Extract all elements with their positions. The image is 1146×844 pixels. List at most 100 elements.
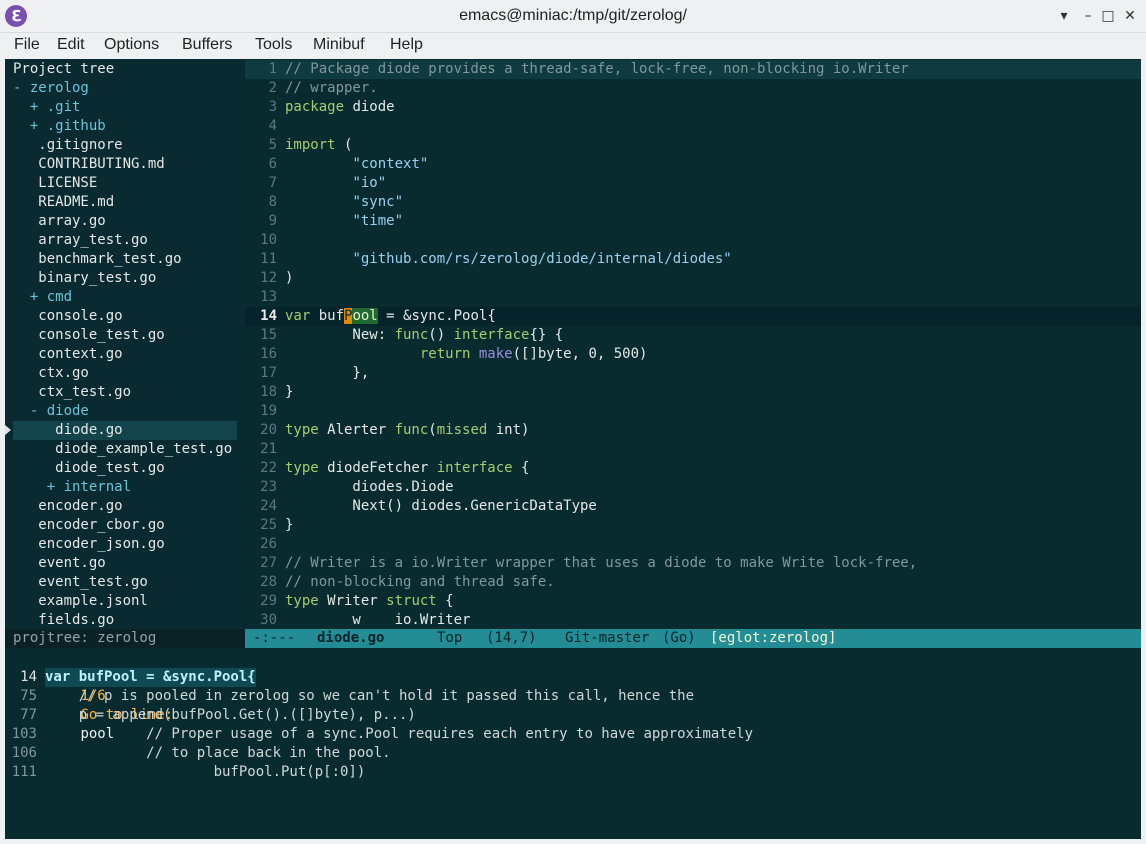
tree-file[interactable]: context.go: [13, 345, 122, 364]
tree-file[interactable]: console_test.go: [13, 326, 164, 345]
completion-candidate[interactable]: 77 p = append(bufPool.Get().([]byte), p.…: [5, 706, 1141, 725]
tree-file[interactable]: CONTRIBUTING.md: [13, 155, 164, 174]
tree-file[interactable]: encoder_cbor.go: [13, 516, 164, 535]
modeline-eglot[interactable]: [eglot:zerolog]: [710, 629, 836, 648]
tree-file[interactable]: binary_test.go: [13, 269, 156, 288]
tree-file[interactable]: array.go: [13, 212, 105, 231]
code-text: "context": [352, 156, 429, 172]
line-number: 10: [260, 232, 277, 248]
tree-file[interactable]: diode.go: [13, 421, 122, 440]
code-line[interactable]: 17 },: [245, 364, 1141, 383]
menu-edit[interactable]: Edit: [57, 36, 85, 54]
code-line[interactable]: 25}: [245, 516, 1141, 535]
code-line[interactable]: 18}: [245, 383, 1141, 402]
code-line[interactable]: 16 return make([]byte, 0, 500): [245, 345, 1141, 364]
code-line[interactable]: 1 // Package diode provides a thread-safe…: [245, 60, 1141, 79]
tree-directory[interactable]: - zerolog: [13, 79, 89, 98]
tree-directory[interactable]: + .git: [13, 98, 81, 117]
code-line[interactable]: 12): [245, 269, 1141, 288]
modeline-buffer-name[interactable]: diode.go: [317, 629, 384, 648]
tree-file[interactable]: LICENSE: [13, 174, 97, 193]
code-text: // wrapper.: [285, 80, 378, 96]
tree-file[interactable]: event.go: [13, 554, 105, 573]
modeline-linecol: (14,7): [486, 630, 537, 646]
code-line[interactable]: 3 package diode: [245, 98, 1141, 117]
tree-file[interactable]: console.go: [13, 307, 122, 326]
code-line[interactable]: 21: [245, 440, 1141, 459]
code-text: "sync": [352, 194, 404, 210]
close-button[interactable]: ✕: [1120, 6, 1140, 26]
code-line[interactable]: 22 type diodeFetcher interface {: [245, 459, 1141, 478]
menu-help[interactable]: Help: [390, 36, 423, 54]
tree-file[interactable]: .gitignore: [13, 136, 122, 155]
completion-candidate[interactable]: 111 bufPool.Put(p[:0]): [5, 763, 1141, 782]
code-line[interactable]: 27 // Writer is a io.Writer wrapper that …: [245, 554, 1141, 573]
code-line[interactable]: 5 import (: [245, 136, 1141, 155]
code-line[interactable]: 20 type Alerter func(missed int): [245, 421, 1141, 440]
tree-file[interactable]: encoder.go: [13, 497, 122, 516]
project-tree-window[interactable]: Project tree - zerolog + .git + .github …: [5, 59, 245, 629]
tree-directory[interactable]: + cmd: [13, 288, 72, 307]
completion-candidate[interactable]: 106 // to place back in the pool.: [5, 744, 1141, 763]
menu-tools[interactable]: Tools: [255, 36, 292, 54]
menu-options[interactable]: Options: [104, 36, 159, 54]
tree-file[interactable]: fields.go: [13, 611, 114, 630]
code-line[interactable]: 19: [245, 402, 1141, 421]
tree-file[interactable]: encoder_json.go: [13, 535, 164, 554]
shade-button[interactable]: ▾: [1054, 6, 1074, 26]
code-text: ): [285, 270, 294, 286]
minimize-button[interactable]: –: [1078, 6, 1098, 26]
tree-file[interactable]: ctx.go: [13, 364, 89, 383]
modeline-vc[interactable]: Git-master: [565, 629, 649, 648]
code-line[interactable]: 7 "io": [245, 174, 1141, 193]
completion-candidate[interactable]: 75 // p is pooled in zerolog so we can't…: [5, 687, 1141, 706]
code-line[interactable]: 11 "github.com/rs/zerolog/diode/internal…: [245, 250, 1141, 269]
line-number: 7: [268, 175, 277, 191]
code-editor-window[interactable]: 1 // Package diode provides a thread-safe…: [245, 59, 1141, 629]
line-number: 14: [260, 308, 277, 324]
code-text: "github.com/rs/zerolog/diode/internal/di…: [352, 251, 732, 267]
completion-candidate[interactable]: 14 var bufPool = &sync.Pool{: [5, 668, 1141, 687]
tree-file[interactable]: event_test.go: [13, 573, 148, 592]
code-line[interactable]: 23 diodes.Diode: [245, 478, 1141, 497]
completion-candidate[interactable]: 103 // Proper usage of a sync.Pool requi…: [5, 725, 1141, 744]
menu-minibuf[interactable]: Minibuf: [313, 36, 365, 54]
code-line[interactable]: 28 // non-blocking and thread safe.: [245, 573, 1141, 592]
menu-bar: File Edit Options Buffers Tools Minibuf …: [0, 33, 1146, 59]
code-line[interactable]: 6 "context": [245, 155, 1141, 174]
line-number: 11: [260, 251, 277, 267]
modeline-mode[interactable]: (Go): [662, 629, 696, 648]
tree-file[interactable]: ctx_test.go: [13, 383, 131, 402]
tree-file[interactable]: example.jsonl: [13, 592, 148, 611]
code-line[interactable]: 2 // wrapper.: [245, 79, 1141, 98]
code-line[interactable]: 24 Next() diodes.GenericDataType: [245, 497, 1141, 516]
tree-file[interactable]: diode_example_test.go: [13, 440, 232, 459]
code-line[interactable]: 8 "sync": [245, 193, 1141, 212]
tree-directory[interactable]: - diode: [13, 402, 89, 421]
modeline-position: Top: [437, 630, 463, 646]
emacs-frame: Project tree - zerolog + .git + .github …: [5, 59, 1141, 839]
code-text: var bufPool = &sync.Pool{: [285, 308, 496, 324]
code-line[interactable]: 29 type Writer struct {: [245, 592, 1141, 611]
tree-directory[interactable]: + .github: [13, 117, 106, 136]
tree-directory[interactable]: + internal: [13, 478, 131, 497]
tree-file[interactable]: array_test.go: [13, 231, 148, 250]
maximize-button[interactable]: □: [1098, 6, 1118, 26]
code-line[interactable]: 13: [245, 288, 1141, 307]
tree-file[interactable]: diode_test.go: [13, 459, 165, 478]
minibuffer[interactable]: 1/6 Go to line: pool 14 var bufPool = &sy…: [5, 648, 1141, 839]
line-number: 8: [268, 194, 277, 210]
tree-file[interactable]: README.md: [13, 193, 114, 212]
code-text: w io.Writer: [285, 612, 471, 628]
tree-file[interactable]: benchmark_test.go: [13, 250, 181, 269]
code-line[interactable]: 4: [245, 117, 1141, 136]
window-title: emacs@miniac:/tmp/git/zerolog/: [459, 7, 687, 24]
code-line[interactable]: 10: [245, 231, 1141, 250]
code-line[interactable]: 26: [245, 535, 1141, 554]
code-line[interactable]: 9 "time": [245, 212, 1141, 231]
code-line[interactable]: 14 var bufPool = &sync.Pool{: [245, 307, 1141, 326]
menu-file[interactable]: File: [14, 36, 40, 54]
code-line[interactable]: 15 New: func() interface{} {: [245, 326, 1141, 345]
code-line[interactable]: 30 w io.Writer: [245, 611, 1141, 630]
menu-buffers[interactable]: Buffers: [182, 36, 232, 54]
